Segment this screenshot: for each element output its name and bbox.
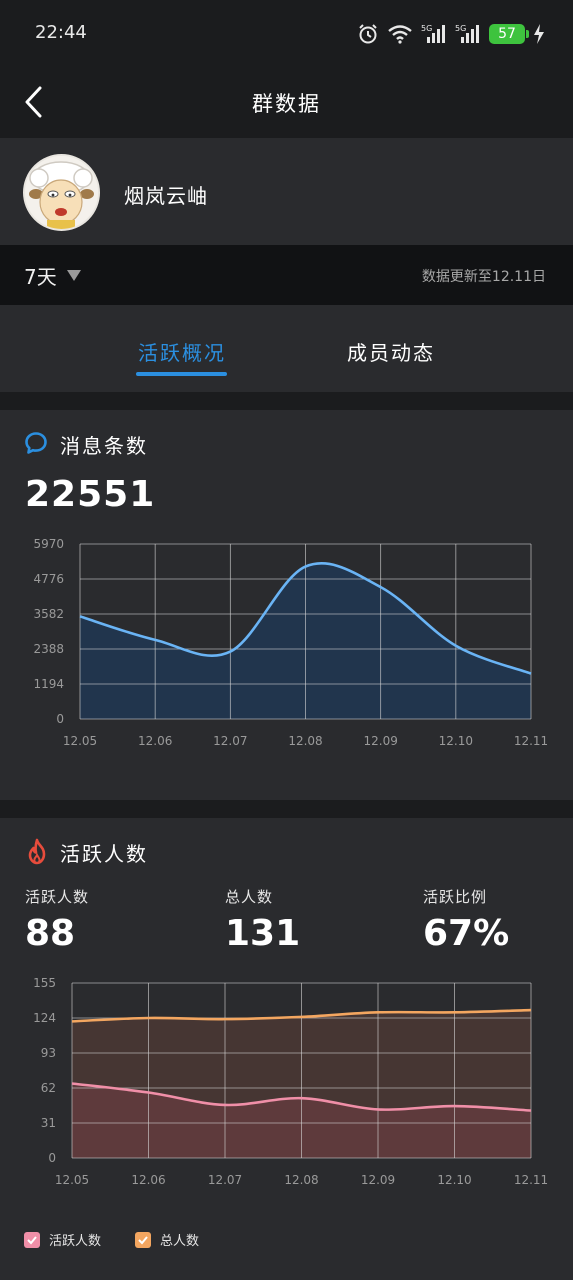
legend-label: 总人数	[160, 1234, 200, 1249]
nav-bar: 群数据	[0, 68, 573, 138]
x-tick-label: 12.06	[131, 1173, 165, 1187]
filter-bar: 7天 数据更新至12.11日	[0, 245, 573, 305]
svg-text:5G: 5G	[421, 24, 432, 33]
battery-icon: 57	[489, 24, 529, 44]
y-tick-label: 0	[48, 1151, 56, 1165]
x-tick-label: 12.05	[55, 1173, 89, 1187]
legend-check-icon	[135, 1231, 152, 1248]
x-tick-label: 12.09	[363, 734, 397, 748]
charging-icon	[534, 24, 544, 44]
group-header: 烟岚云岫	[0, 138, 573, 245]
message-count-chart: 0 1194 2388 3582 4776 5970 12.05 12.06 12.07 12.0…	[33, 537, 548, 748]
signal-5g-icon: 5G	[455, 24, 479, 43]
tab-active-indicator	[136, 372, 227, 376]
wifi-icon	[388, 25, 412, 44]
active-members-chart: 0 31 62 93 124 155 12.05 12.06 12.07 12.08 12.09 12…	[33, 976, 548, 1187]
active-members-card: 活跃人数 活跃人数 88 总人数 131 活跃比例 67% 0 31 62 93 124…	[0, 818, 573, 1280]
status-time: 22:44	[35, 22, 87, 43]
signal-5g-icon: 5G	[421, 24, 445, 43]
x-tick-label: 12.09	[361, 1173, 395, 1187]
status-icons: 5G 5G 57	[357, 20, 545, 48]
x-tick-label: 12.07	[213, 734, 247, 748]
legend-item-total[interactable]: 总人数	[135, 1230, 199, 1249]
legend-item-active[interactable]: 活跃人数	[24, 1230, 101, 1249]
y-tick-label: 4776	[33, 572, 64, 586]
x-tick-label: 12.07	[208, 1173, 242, 1187]
x-tick-label: 12.10	[437, 1173, 471, 1187]
y-tick-label: 124	[33, 1011, 56, 1025]
x-tick-label: 12.08	[288, 734, 322, 748]
x-tick-label: 12.08	[284, 1173, 318, 1187]
x-tick-label: 12.11	[514, 734, 548, 748]
status-bar: 22:44 5G 5G 57	[0, 0, 573, 68]
alarm-icon	[359, 24, 377, 44]
legend-check-icon	[24, 1231, 40, 1248]
y-tick-label: 3582	[33, 607, 64, 621]
group-name: 烟岚云岫	[124, 184, 208, 208]
y-tick-label: 155	[33, 976, 56, 990]
y-tick-label: 31	[41, 1116, 56, 1130]
y-tick-label: 62	[41, 1081, 56, 1095]
x-tick-label: 12.10	[439, 734, 473, 748]
y-tick-label: 5970	[33, 537, 64, 551]
legend-label: 活跃人数	[49, 1234, 102, 1249]
avatar[interactable]	[23, 154, 100, 231]
tab-member-activity[interactable]: 成员动态	[347, 337, 435, 366]
tab-activity-overview[interactable]: 活跃概况	[138, 337, 226, 366]
message-count-card: 消息条数 22551 0 1194 2388 3582 4776 5970 12.05 12.…	[0, 410, 573, 800]
svg-text:5G: 5G	[455, 24, 466, 33]
x-tick-label: 12.11	[514, 1173, 548, 1187]
range-label: 7天	[24, 265, 57, 289]
y-tick-label: 2388	[33, 642, 64, 656]
range-dropdown[interactable]: 7天	[24, 261, 81, 290]
y-tick-label: 0	[56, 712, 64, 726]
chart-legend: 活跃人数 总人数	[24, 1230, 199, 1249]
tab-bar: 活跃概况 成员动态	[0, 305, 573, 392]
x-tick-label: 12.06	[138, 734, 172, 748]
x-tick-label: 12.05	[63, 734, 97, 748]
page-title: 群数据	[252, 92, 321, 116]
y-tick-label: 93	[41, 1046, 56, 1060]
caret-down-icon	[66, 270, 81, 281]
y-tick-label: 1194	[33, 677, 64, 691]
update-status: 数据更新至12.11日	[421, 269, 546, 285]
